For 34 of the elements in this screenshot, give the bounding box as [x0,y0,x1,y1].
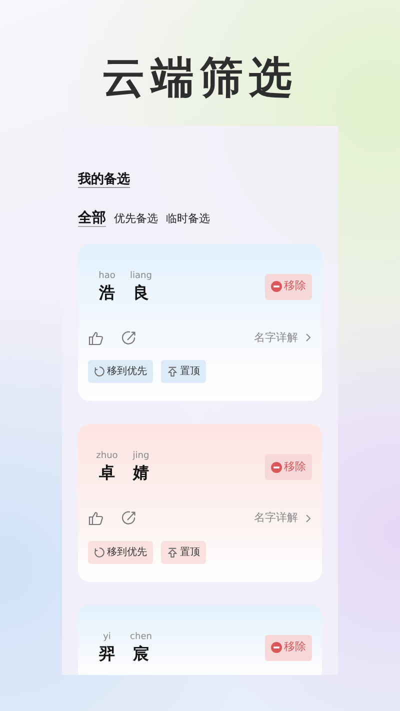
pinyin-label: yi [103,630,111,642]
pinyin-label: chen [130,630,152,642]
share-icon[interactable] [121,510,137,526]
minus-circle-icon [271,642,282,653]
name-character: 卓 [99,462,115,484]
move-to-priority-button[interactable]: 移到优先 [88,540,153,564]
chevron-right-icon [305,514,312,523]
minus-circle-icon [271,462,282,472]
share-icon[interactable] [121,330,137,346]
pin-to-top-button[interactable]: 置顶 [161,540,206,564]
arrow-up-icon [167,546,178,558]
chevron-right-icon [305,333,312,342]
thumbs-up-icon[interactable] [88,330,104,346]
page-title: 我的备选 [78,171,130,189]
pinyin-label: liang [130,270,152,282]
pin-to-top-button[interactable]: 置顶 [161,360,206,383]
filter-tab[interactable]: 优先备选 [114,211,158,228]
arrow-up-icon [167,366,178,377]
cycle-icon [94,366,105,377]
thumbs-up-icon[interactable] [88,510,104,526]
headline: 云端筛选 [102,52,298,104]
filter-tab[interactable]: 临时备选 [166,211,210,228]
pinyin-label: zhuo [96,450,118,462]
name-character: 婧 [133,462,149,484]
name-character: 良 [133,282,149,304]
move-to-priority-button[interactable]: 移到优先 [88,360,153,383]
name-character: 羿 [99,642,115,664]
pinyin-label: jing [132,450,150,462]
pinyin-label: hao [98,270,116,282]
name-character: 浩 [99,282,115,304]
filter-tab[interactable]: 全部 [78,208,106,228]
minus-circle-icon [271,281,282,292]
cycle-icon [94,546,105,558]
name-character: 宸 [133,642,149,664]
